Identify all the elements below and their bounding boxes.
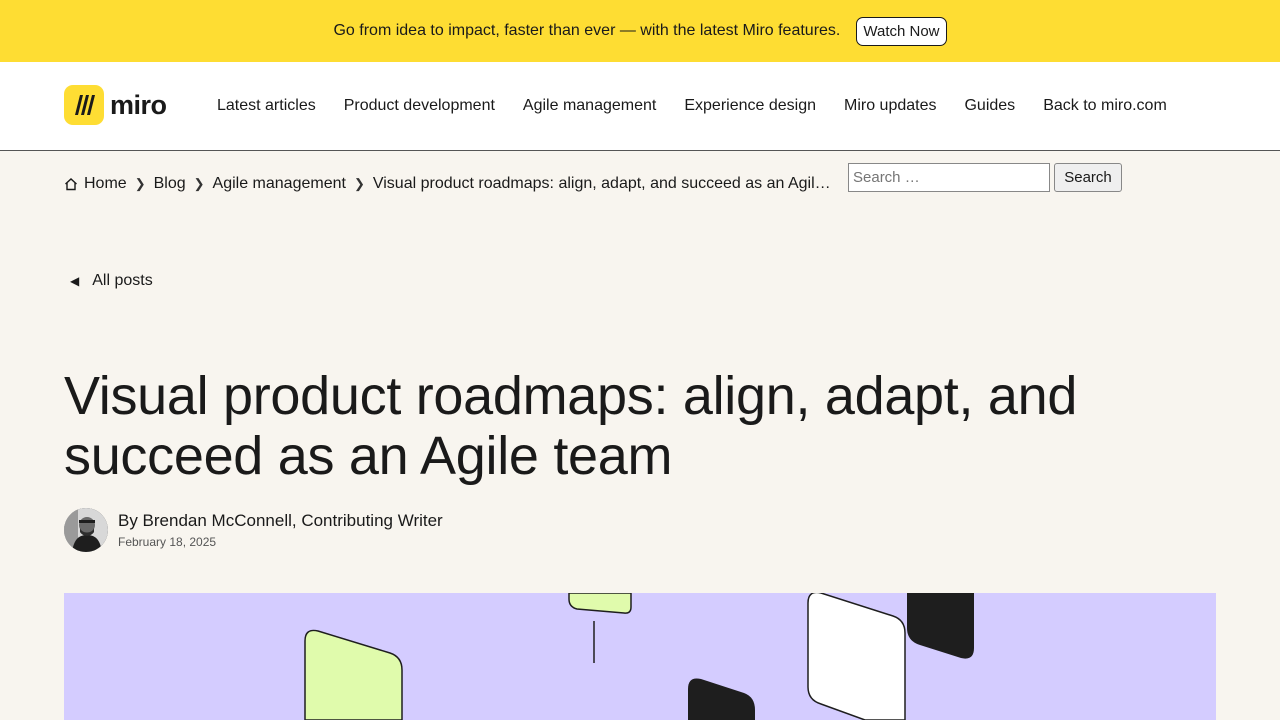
promo-text: Go from idea to impact, faster than ever… [333,22,841,39]
promo-banner: Go from idea to impact, faster than ever… [0,0,1280,62]
all-posts-label: All posts [92,272,153,289]
miro-logo[interactable]: miro [64,85,167,125]
hero-image [64,593,1216,720]
author-byline: By Brendan McConnell, Contributing Write… [118,511,443,530]
author-avatar [64,508,108,552]
chevron-right-icon: ❯ [193,176,205,191]
watch-now-button[interactable]: Watch Now [856,16,947,46]
nav-agile-management[interactable]: Agile management [523,97,656,115]
article-title: Visual product roadmaps: align, adapt, a… [64,366,1078,486]
breadcrumb: Home ❯ Blog ❯ Agile management ❯ Visual … [64,175,834,193]
site-header: miro Latest articles Product development… [0,62,1280,151]
breadcrumb-home[interactable]: Home [64,175,127,193]
nav-experience-design[interactable]: Experience design [684,97,816,115]
all-posts-link[interactable]: ◀ All posts [70,272,153,290]
search-button[interactable]: Search [1054,163,1122,192]
home-icon [64,177,78,191]
nav-miro-updates[interactable]: Miro updates [844,97,937,115]
chevron-right-icon: ❯ [353,176,365,191]
nav-back-to-miro[interactable]: Back to miro.com [1043,97,1167,115]
breadcrumb-current: Visual product roadmaps: align, adapt, a… [372,175,834,192]
breadcrumb-category[interactable]: Agile management [213,175,346,193]
miro-logo-icon [64,85,104,125]
author-block: By Brendan McConnell, Contributing Write… [64,508,443,552]
publish-date: February 18, 2025 [118,535,217,549]
breadcrumb-home-label: Home [84,175,127,192]
chevron-right-icon: ❯ [134,176,146,191]
search-input[interactable] [848,163,1050,192]
breadcrumb-blog[interactable]: Blog [154,175,186,193]
main-nav: Latest articles Product development Agil… [217,97,1167,115]
logo-wordmark: miro [110,89,167,120]
arrow-left-icon: ◀ [70,274,80,288]
nav-guides[interactable]: Guides [964,97,1015,115]
nav-latest-articles[interactable]: Latest articles [217,97,316,115]
nav-product-development[interactable]: Product development [344,97,495,115]
